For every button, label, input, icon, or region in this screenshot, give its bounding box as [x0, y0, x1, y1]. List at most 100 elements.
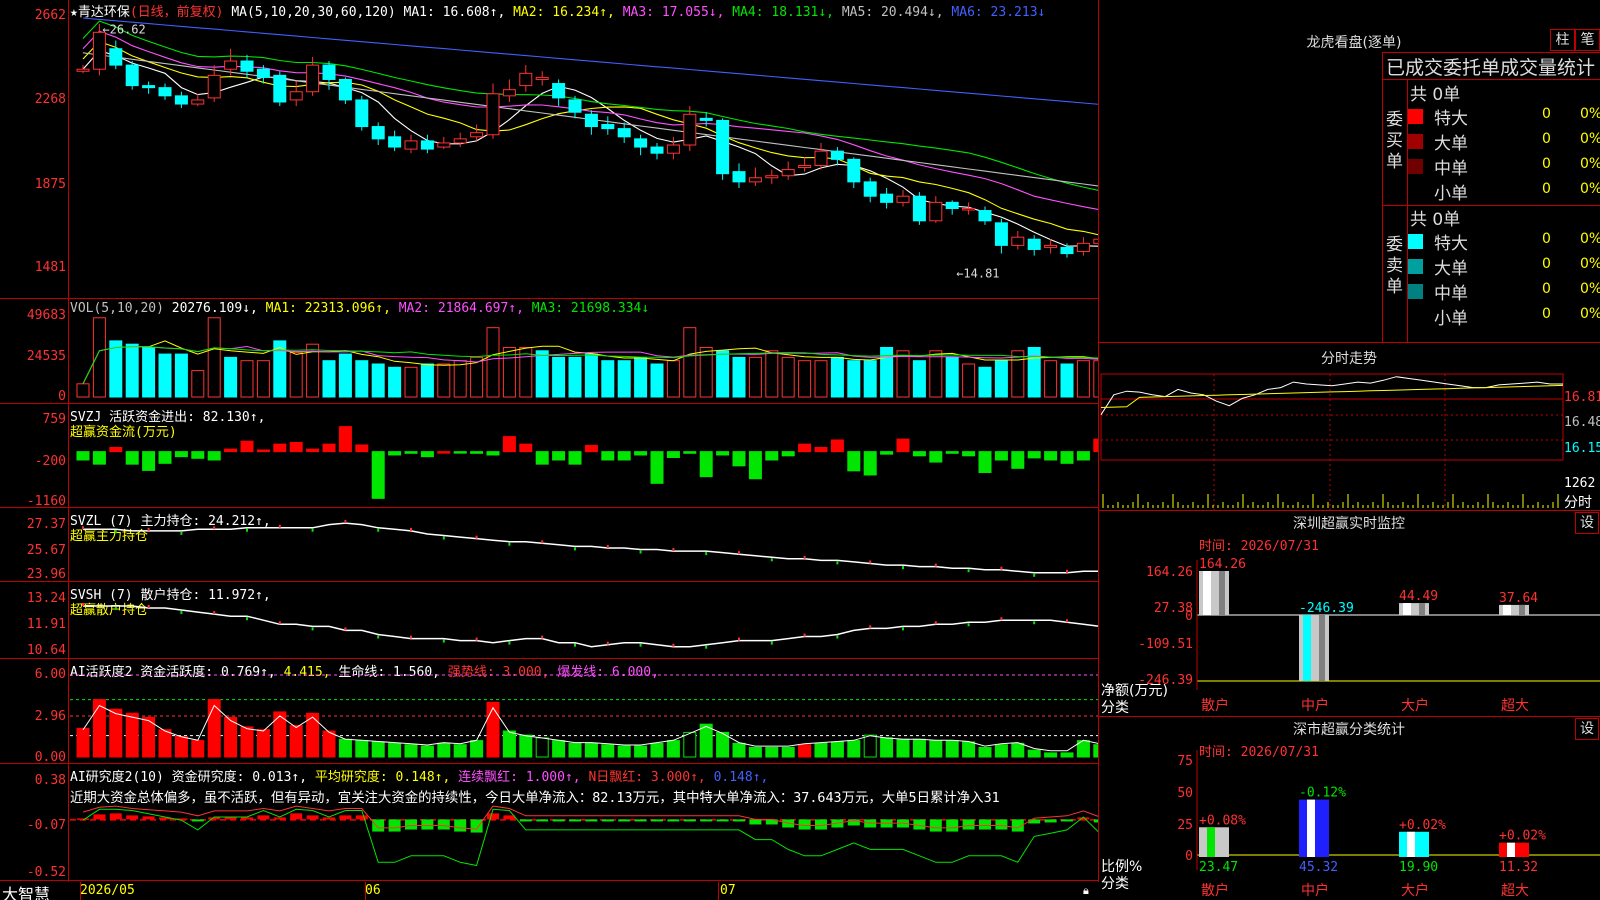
- volume-bar: [994, 360, 1008, 398]
- candle-body: [601, 124, 615, 130]
- fund-flow-bar: [584, 444, 598, 453]
- activity-bar: [683, 731, 697, 758]
- retail-holding-line-tick: [705, 645, 708, 649]
- lock-icon[interactable]: 🔒︎: [1083, 884, 1089, 898]
- candle-body: [814, 150, 828, 166]
- retail-holding-line-tick: [836, 635, 839, 639]
- activity-bar: [535, 737, 549, 758]
- fund-flow-bar: [355, 444, 369, 453]
- candle-body: [1076, 242, 1090, 253]
- main-holding-line-tick: [114, 530, 117, 534]
- main-holding-line-tick: [639, 550, 642, 554]
- research-bar: [585, 819, 598, 822]
- retail-holding-line-tick: [738, 637, 740, 641]
- volume-bar: [453, 360, 467, 398]
- fund-flow-bar: [765, 451, 779, 461]
- chart-canvas[interactable]: ←26.62 ←14.81: [0, 0, 1098, 882]
- candle-body: [191, 99, 205, 105]
- volume-bar: [388, 366, 402, 398]
- sz-bar-value: 164.26: [1199, 557, 1246, 572]
- candle-body: [437, 142, 451, 148]
- fund-flow-bar: [486, 451, 500, 456]
- fund-flow-bar: [699, 451, 713, 478]
- volume-bar: [814, 360, 828, 398]
- activity-bar: [847, 740, 861, 758]
- retail-holding-line-tick: [377, 635, 380, 639]
- fund-flow-bar: [666, 451, 680, 458]
- activity-bar: [453, 744, 467, 758]
- retail-holding-line-tick: [639, 643, 642, 647]
- research-bar: [1093, 819, 1098, 823]
- volume-bar: [912, 360, 926, 398]
- volume-bar: [962, 363, 976, 398]
- volume-bar: [224, 356, 238, 398]
- candle-body: [404, 140, 418, 150]
- research-bar: [569, 819, 581, 822]
- sz-bar-highlight: [1503, 604, 1511, 615]
- activity-bar: [666, 740, 680, 758]
- research-bar: [929, 819, 942, 832]
- research-bar: [519, 819, 532, 822]
- date-divider: [718, 882, 719, 900]
- fund-flow-bar: [994, 451, 1008, 461]
- activity-bar: [814, 742, 828, 758]
- retail-holding-line: [83, 605, 1098, 648]
- ma-line-ma1: [82, 50, 1098, 247]
- research-bar: [601, 819, 614, 822]
- brand-logo: 大智慧: [2, 885, 51, 900]
- volume-bar: [289, 351, 303, 398]
- research-bar: [224, 817, 237, 820]
- volume-bar: [191, 370, 205, 398]
- retail-holding-line-tick: [902, 627, 904, 631]
- fund-flow-bar: [830, 439, 844, 453]
- research-bar: [126, 815, 139, 820]
- fund-flow-bar: [109, 446, 123, 453]
- class-category: 大户: [1401, 882, 1429, 899]
- volume-bar: [568, 356, 582, 398]
- research-bar: [142, 816, 155, 820]
- fund-flow-bar: [388, 451, 402, 456]
- main-holding-line-tick: [770, 558, 773, 562]
- main-chart-area[interactable]: ★青达环保(日线，前复权) MA(5,10,20,30,60,120) MA1:…: [0, 0, 1099, 882]
- activity-bar: [994, 744, 1008, 758]
- volume-bar: [781, 356, 795, 398]
- candle-body: [863, 181, 877, 197]
- fund-flow-bar: [437, 451, 451, 454]
- activity-bar: [256, 729, 270, 758]
- volume-bar: [371, 363, 385, 398]
- activity-bar: [502, 730, 516, 758]
- research-bar: [290, 813, 303, 820]
- bottom-bar: 大智慧 2026/05 06 07 🔒︎: [0, 882, 1098, 900]
- main-holding-line-tick: [705, 552, 708, 556]
- candle-body: [896, 195, 910, 203]
- research-bar: [683, 819, 696, 822]
- activity-bar: [896, 738, 910, 758]
- sz-bar-shade: [1319, 615, 1325, 681]
- fund-flow-bar: [1011, 451, 1025, 469]
- main-holding-line-tick: [344, 520, 347, 524]
- volume-bar: [798, 360, 812, 398]
- activity-bar: [552, 740, 566, 758]
- candle-body: [92, 31, 106, 70]
- retail-holding-line-tick: [114, 606, 117, 610]
- retail-holding-line-tick: [278, 621, 281, 625]
- volume-bar: [109, 340, 123, 398]
- research-bar: [995, 819, 1008, 830]
- activity-bar: [568, 742, 582, 758]
- fund-flow-bar: [945, 451, 959, 454]
- retail-holding-line-tick: [574, 643, 576, 647]
- activity-bar: [650, 742, 664, 758]
- research-bar: [241, 817, 253, 820]
- activity-bar: [322, 730, 336, 758]
- fund-flow-bar: [306, 448, 320, 453]
- retail-holding-line-tick: [344, 627, 347, 631]
- volume-bar: [1044, 360, 1058, 398]
- right-chart-canvas: 164.26 散户 -246.39 中户 44.49 大户 37.64 超大 +0.08% 23.…: [1100, 373, 1600, 899]
- candle-body: [142, 85, 156, 89]
- fund-flow-bar: [814, 446, 828, 453]
- class-value: 45.32: [1299, 860, 1338, 875]
- volume-bar: [634, 356, 648, 398]
- right-panel: 龙虎看盘(逐单) 柱 笔 已成交委托单成交量统计 委买单 委卖单 共 0单 共 …: [1099, 0, 1600, 900]
- candle-body: [584, 113, 598, 128]
- candle-body: [847, 158, 861, 183]
